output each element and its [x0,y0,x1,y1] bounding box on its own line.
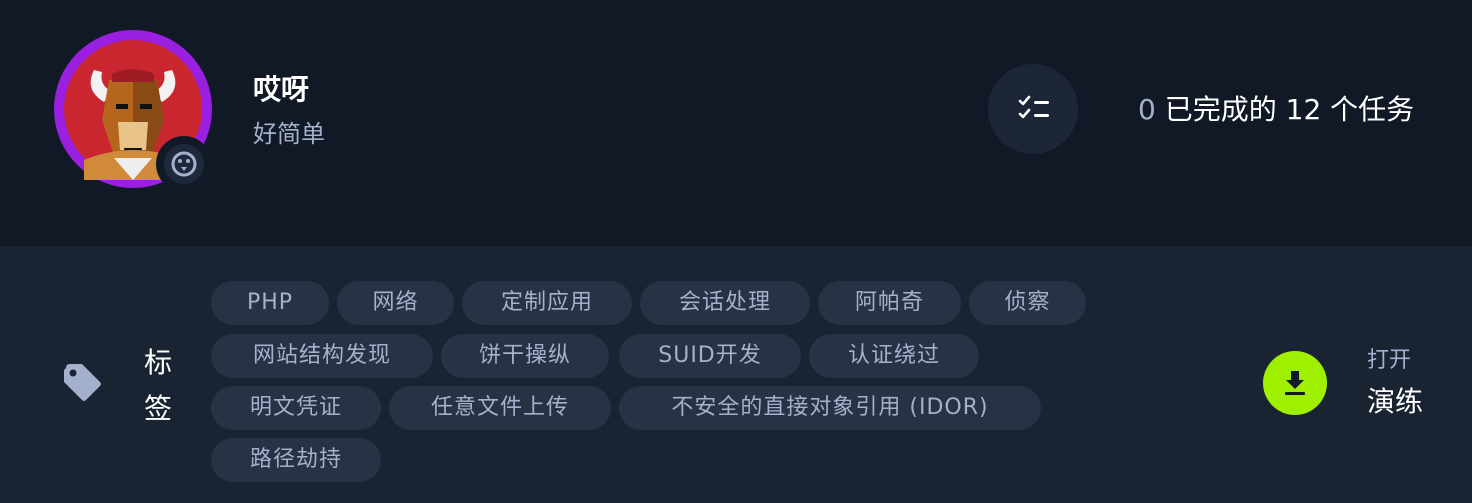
checklist-icon [1018,95,1049,119]
machine-header: 哎呀 好简单 0 已完成的 12 个任务 [0,0,1472,246]
tag-chip[interactable]: 认证绕过 [809,334,979,378]
tag-chip[interactable]: 饼干操纵 [441,334,609,378]
tag-chip[interactable]: PHP [211,281,329,325]
open-walkthrough-button[interactable] [1263,351,1327,415]
tag-chip[interactable]: 阿帕奇 [818,281,961,325]
tasks-completed-count: 0 [1138,93,1156,126]
open-walkthrough-label[interactable]: 打开 [1367,344,1411,378]
tag-chip[interactable]: 侦察 [969,281,1086,325]
tag-chip[interactable]: 网络 [337,281,454,325]
tag-chip[interactable]: 网站结构发现 [211,334,433,378]
tag-chip[interactable]: 定制应用 [462,281,632,325]
tag-chip[interactable]: 明文凭证 [211,386,381,430]
tag-chip[interactable]: SUID开发 [619,334,801,378]
machine-difficulty: 好简单 [253,120,325,148]
os-badge [156,136,212,192]
tag-icon [62,362,102,406]
linux-penguin-icon [171,151,197,177]
tag-chip[interactable]: 不安全的直接对象引用 (IDOR) [619,386,1041,430]
machine-name: 哎呀 [253,73,310,106]
tags-label-line2: 签 [143,392,172,425]
tasks-button[interactable] [988,64,1078,154]
tasks-progress: 0 已完成的 12 个任务 [1138,90,1414,130]
download-icon [1285,371,1305,395]
tag-chip[interactable]: 任意文件上传 [389,386,611,430]
walkthrough-label[interactable]: 演练 [1367,382,1423,422]
tag-chip[interactable]: 路径劫持 [211,438,381,482]
tag-chip[interactable]: 会话处理 [640,281,810,325]
tags-label: 标 签 [138,340,178,432]
tasks-progress-label: 已完成的 12 个任务 [1164,93,1415,126]
tags-label-line1: 标 [143,346,172,379]
